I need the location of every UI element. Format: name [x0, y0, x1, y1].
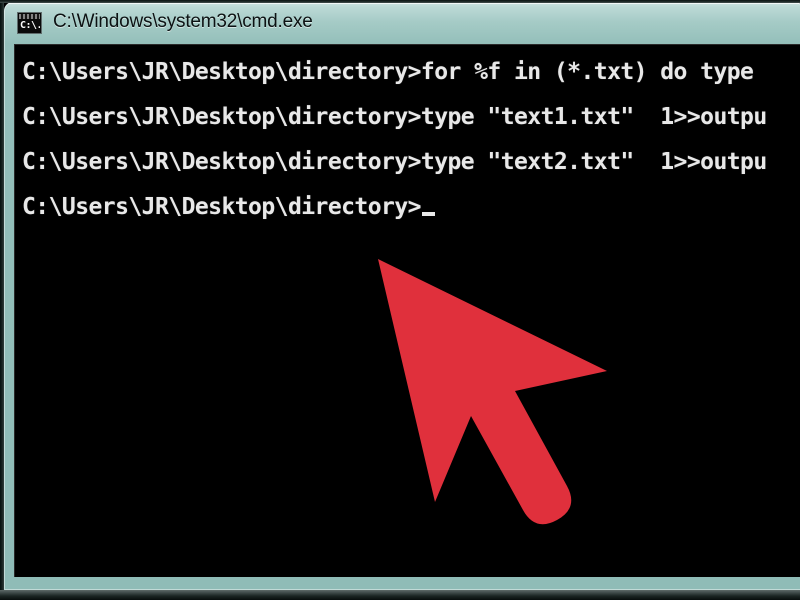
screen: C:\. C:\Windows\system32\cmd.exe C:\User…: [0, 0, 800, 600]
console-line: C:\Users\JR\Desktop\directory>type "text…: [22, 149, 767, 175]
console-text-buffer: C:\Users\JR\Desktop\directory>for %f in …: [14, 44, 800, 577]
cmd-exe-icon: C:\.: [17, 11, 42, 34]
window-top-edge: [0, 0, 800, 3]
cmd-window: C:\. C:\Windows\system32\cmd.exe C:\User…: [4, 2, 800, 590]
window-title: C:\Windows\system32\cmd.exe: [53, 11, 313, 32]
text-cursor: [421, 212, 435, 216]
console-prompt-line: C:\Users\JR\Desktop\directory>: [22, 185, 800, 230]
console-line: C:\Users\JR\Desktop\directory>type "text…: [22, 104, 767, 130]
console-line: C:\Users\JR\Desktop\directory>for %f in …: [22, 59, 754, 85]
window-titlebar[interactable]: C:\. C:\Windows\system32\cmd.exe: [4, 2, 800, 42]
window-left-edge: [0, 3, 4, 600]
window-bottom-edge: [0, 590, 800, 600]
cmd-icon-glyph: C:\.: [20, 19, 40, 31]
console-prompt-text: C:\Users\JR\Desktop\directory>: [22, 194, 421, 220]
console-client-area[interactable]: C:\Users\JR\Desktop\directory>for %f in …: [14, 44, 800, 577]
